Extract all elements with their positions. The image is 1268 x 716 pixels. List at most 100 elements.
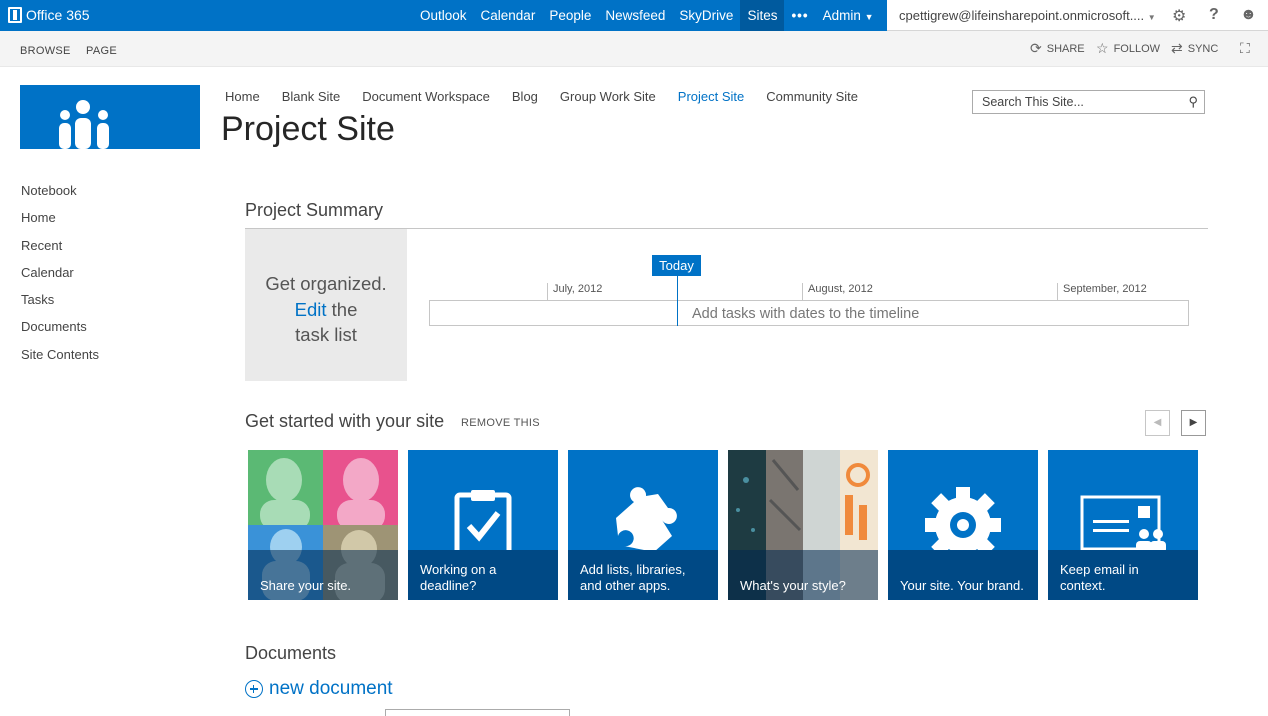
style-pattern-graphic	[736, 459, 870, 540]
chevron-left-icon: ◀	[1153, 417, 1162, 428]
share-label: SHARE	[1046, 42, 1085, 55]
timeline-placeholder: Add tasks with dates to the timeline	[692, 306, 920, 322]
gear-icon	[925, 487, 1001, 563]
topnav-community-site[interactable]: Community Site	[766, 89, 858, 104]
people-icon	[59, 100, 109, 149]
suite-nav-people[interactable]: People	[542, 0, 598, 31]
tab-browse[interactable]: BROWSE	[20, 45, 71, 57]
timeline-month-august: August, 2012	[802, 283, 873, 300]
fullscreen-icon: ⛶	[1240, 40, 1250, 56]
suite-nav-outlook[interactable]: Outlook	[413, 0, 474, 31]
documents-heading: Documents	[245, 643, 337, 663]
share-icon: ⟳	[1030, 40, 1042, 56]
clipboard-check-icon	[454, 490, 512, 560]
star-icon: ☆	[1096, 40, 1109, 56]
tile-working-on-deadline[interactable]: Working on a deadline?	[408, 450, 558, 600]
tile-add-apps[interactable]: Add lists, libraries, and other apps.	[568, 450, 718, 600]
new-document-label: new document	[269, 678, 393, 699]
edit-link[interactable]: Edit	[295, 299, 327, 320]
smiley-icon[interactable]: ☻	[1240, 6, 1257, 24]
summary-box: Get organized. Edit the task list	[245, 229, 407, 381]
tile-whats-your-style[interactable]: What's your style?	[728, 450, 878, 600]
tile-keep-email[interactable]: Keep email in context.	[1048, 450, 1198, 600]
tile-your-brand[interactable]: Your site. Your brand.	[888, 450, 1038, 600]
topnav-project-site[interactable]: Project Site	[678, 89, 744, 104]
focus-button[interactable]: ⛶	[1240, 40, 1250, 57]
project-summary-heading: Project Summary	[245, 200, 384, 220]
help-icon[interactable]: ?	[1209, 6, 1219, 24]
suite-nav-admin[interactable]: Admin ▼	[816, 0, 881, 31]
ribbon: BROWSE PAGE ⟳ SHARE ☆ FOLLOW ⇄ SYNC ⛶	[0, 31, 1268, 67]
prev-button[interactable]: ◀	[1145, 410, 1170, 436]
chevron-right-icon: ▶	[1189, 417, 1198, 428]
office-logo-icon	[8, 7, 22, 23]
sync-button[interactable]: ⇄ SYNC	[1171, 40, 1218, 57]
summary-line-2: Edit the	[245, 297, 407, 323]
brand-label: Office 365	[26, 7, 90, 23]
page-title: Project Site	[221, 110, 395, 148]
leftnav-documents[interactable]: Documents	[21, 319, 99, 346]
tile-caption: Share your site.	[248, 550, 398, 600]
chevron-down-icon: ▼	[864, 12, 874, 22]
tile-caption: What's your style?	[728, 550, 878, 600]
suite-nav: Outlook Calendar People Newsfeed SkyDriv…	[413, 0, 881, 31]
topnav-group-work-site[interactable]: Group Work Site	[560, 89, 656, 104]
suite-nav-newsfeed[interactable]: Newsfeed	[598, 0, 672, 31]
search-icon[interactable]: ⚲	[1188, 94, 1198, 110]
plus-icon	[245, 680, 263, 698]
timeline[interactable]: Add tasks with dates to the timeline	[429, 300, 1189, 326]
chevron-down-icon: ▼	[1147, 13, 1156, 22]
follow-button[interactable]: ☆ FOLLOW	[1096, 40, 1160, 57]
suite-nav-more[interactable]: •••	[784, 0, 815, 31]
remove-this-link[interactable]: REMOVE THIS	[461, 417, 540, 429]
next-button[interactable]: ▶	[1181, 410, 1206, 436]
tab-page[interactable]: PAGE	[86, 45, 117, 57]
suite-nav-skydrive[interactable]: SkyDrive	[672, 0, 740, 31]
site-logo[interactable]	[20, 85, 200, 149]
top-navigation: Home Blank Site Document Workspace Blog …	[225, 89, 858, 104]
new-document-button[interactable]: new document	[245, 678, 393, 700]
leftnav-recent[interactable]: Recent	[21, 238, 99, 265]
leftnav-home[interactable]: Home	[21, 210, 99, 237]
get-started-heading: Get started with your site	[245, 411, 445, 431]
user-name: cpettigrew@lifeinsharepoint.onmicrosoft.…	[899, 8, 1145, 23]
tile-share-site[interactable]: Share your site.	[248, 450, 398, 600]
today-line	[677, 276, 678, 326]
email-contact-icon	[1080, 495, 1166, 553]
gear-icon[interactable]: ⚙	[1172, 6, 1186, 26]
summary-line-2-rest: the	[326, 298, 358, 320]
sync-icon: ⇄	[1171, 40, 1183, 56]
office365-brand[interactable]: Office 365	[8, 7, 90, 23]
user-menu[interactable]: cpettigrew@lifeinsharepoint.onmicrosoft.…	[899, 8, 1156, 23]
leftnav-site-contents[interactable]: Site Contents	[21, 347, 99, 374]
search-input[interactable]: Search This Site... ⚲	[972, 90, 1205, 114]
follow-label: FOLLOW	[1113, 42, 1161, 55]
tile-caption: Working on a deadline?	[408, 550, 558, 600]
sync-label: SYNC	[1187, 42, 1219, 55]
leftnav-calendar[interactable]: Calendar	[21, 265, 99, 292]
photo-quadrant	[248, 450, 323, 530]
search-placeholder: Search This Site...	[982, 95, 1084, 109]
tile-caption: Add lists, libraries, and other apps.	[568, 550, 718, 600]
topnav-blog[interactable]: Blog	[512, 89, 538, 104]
admin-label: Admin	[822, 8, 861, 23]
photo-quadrant	[323, 450, 398, 530]
topnav-document-workspace[interactable]: Document Workspace	[362, 89, 490, 104]
leftnav-tasks[interactable]: Tasks	[21, 292, 99, 319]
quick-launch: Notebook Home Recent Calendar Tasks Docu…	[21, 183, 99, 374]
summary-line-1: Get organized.	[265, 273, 387, 294]
tile-caption: Keep email in context.	[1048, 550, 1198, 600]
leftnav-notebook[interactable]: Notebook	[21, 183, 99, 210]
share-button[interactable]: ⟳ SHARE	[1030, 40, 1085, 57]
topnav-home[interactable]: Home	[225, 89, 260, 104]
timeline-month-september: September, 2012	[1057, 283, 1147, 300]
suite-nav-sites[interactable]: Sites	[740, 0, 785, 31]
summary-line-3: task list	[295, 324, 357, 345]
topnav-blank-site[interactable]: Blank Site	[282, 89, 341, 104]
find-file-input[interactable]	[385, 709, 570, 716]
puzzle-icon	[616, 487, 677, 552]
timeline-month-july: July, 2012	[547, 283, 602, 300]
tile-caption: Your site. Your brand.	[888, 550, 1038, 600]
suite-nav-calendar[interactable]: Calendar	[474, 0, 543, 31]
today-marker: Today	[652, 255, 701, 276]
